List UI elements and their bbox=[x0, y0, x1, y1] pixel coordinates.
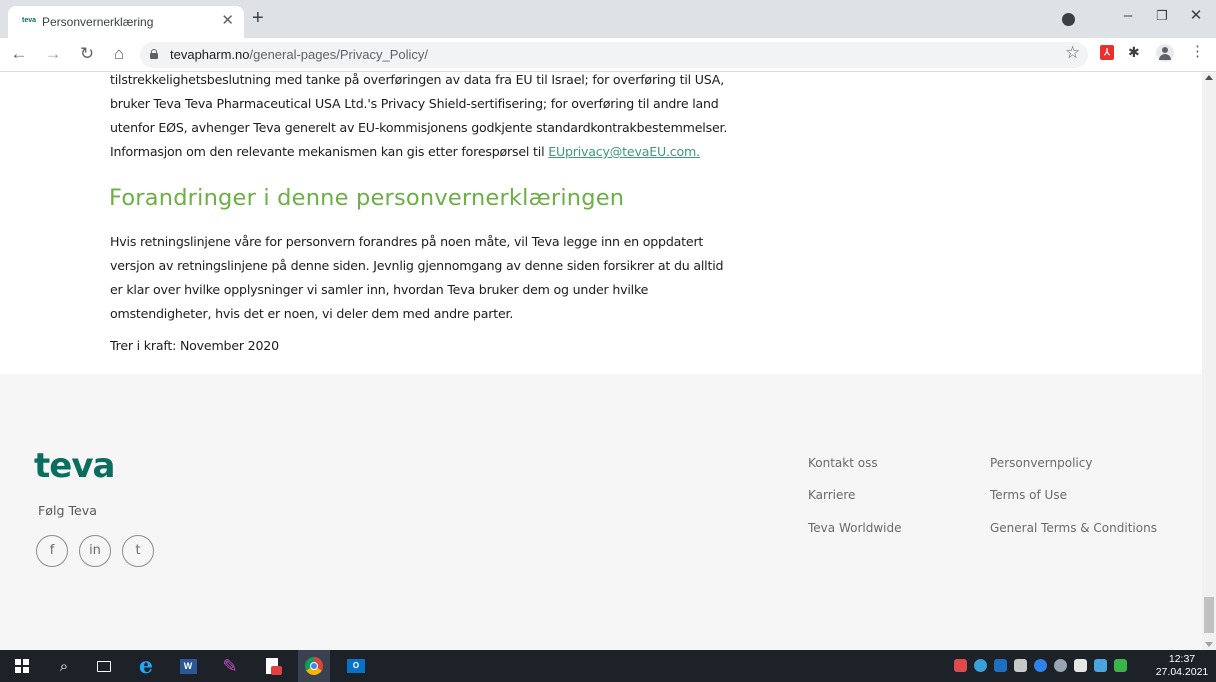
effective-date: Trer i kraft: November 2020 bbox=[110, 338, 279, 353]
scroll-up-arrow-icon[interactable] bbox=[1205, 75, 1213, 80]
page-scrollbar[interactable] bbox=[1202, 73, 1216, 650]
changes-line: er klar over hvilke opplysninger vi saml… bbox=[110, 282, 649, 297]
footer-link-terms-of-use[interactable]: Terms of Use bbox=[990, 488, 1067, 502]
browser-tab[interactable]: teva Personvernerklæring ✕ bbox=[8, 6, 244, 38]
footer-link-contact[interactable]: Kontakt oss bbox=[808, 456, 878, 470]
tray-chrome-icon[interactable] bbox=[1054, 659, 1067, 672]
address-bar[interactable]: tevapharm.no/general-pages/Privacy_Polic… bbox=[140, 42, 1088, 68]
word-icon[interactable]: W bbox=[172, 650, 204, 682]
browser-toolbar: ← → ↻ ⌂ tevapharm.no/general-pages/Priva… bbox=[0, 38, 1216, 72]
changes-line: Hvis retningslinjene våre for personvern… bbox=[110, 234, 704, 249]
tray-app-icon[interactable] bbox=[1114, 659, 1127, 672]
tray-teams-icon[interactable] bbox=[974, 659, 987, 672]
intro-line: tilstrekkelighetsbeslutning med tanke på… bbox=[110, 73, 724, 87]
page-footer: teva Følg Teva f in t Kontakt oss Karrie… bbox=[0, 374, 1202, 650]
scrollbar-thumb[interactable] bbox=[1204, 597, 1214, 633]
new-tab-button[interactable]: + bbox=[252, 8, 264, 28]
pdf-extension-icon[interactable]: ⅄ bbox=[1100, 45, 1114, 60]
chrome-icon[interactable] bbox=[298, 650, 330, 682]
tray-sync-icon[interactable] bbox=[1034, 659, 1047, 672]
intro-paragraph: tilstrekkelighetsbeslutning med tanke på… bbox=[110, 73, 770, 164]
tray-outlook-icon[interactable] bbox=[994, 659, 1007, 672]
pen-app-icon[interactable]: ✎ bbox=[214, 650, 246, 682]
close-window-icon[interactable]: ✕ bbox=[1186, 6, 1206, 26]
changes-line: omstendigheter, hvis det er noen, vi del… bbox=[110, 306, 514, 321]
browser-profile-icon[interactable] bbox=[1062, 13, 1075, 26]
windows-logo-icon bbox=[15, 659, 29, 673]
url-text[interactable]: tevapharm.no/general-pages/Privacy_Polic… bbox=[170, 47, 428, 62]
task-view-icon[interactable] bbox=[88, 650, 120, 682]
reload-icon[interactable]: ↻ bbox=[76, 43, 98, 65]
tray-display-icon[interactable] bbox=[1094, 659, 1107, 672]
follow-label: Følg Teva bbox=[38, 503, 97, 518]
windows-taskbar: ⌕ e W ✎ O 12:37 27.04.2021 bbox=[0, 650, 1216, 682]
document-badge-icon[interactable] bbox=[256, 650, 288, 682]
start-button[interactable] bbox=[6, 650, 38, 682]
footer-link-careers[interactable]: Karriere bbox=[808, 488, 855, 502]
footer-link-worldwide[interactable]: Teva Worldwide bbox=[808, 521, 901, 535]
clock-time: 12:37 bbox=[1168, 653, 1196, 665]
clock-date: 27.04.2021 bbox=[1155, 666, 1209, 678]
forward-icon[interactable]: → bbox=[42, 43, 64, 65]
outlook-icon[interactable]: O bbox=[340, 650, 372, 682]
tab-title: Personvernerklæring bbox=[42, 15, 154, 29]
home-icon[interactable]: ⌂ bbox=[108, 43, 130, 65]
changes-line: versjon av retningslinjene på denne side… bbox=[110, 258, 724, 273]
back-icon[interactable]: ← bbox=[8, 43, 30, 65]
internet-explorer-icon[interactable]: e bbox=[130, 650, 162, 682]
intro-line: Informasjon om den relevante mekanismen … bbox=[110, 144, 700, 159]
search-icon[interactable]: ⌕ bbox=[48, 650, 80, 682]
system-clock[interactable]: 12:37 27.04.2021 bbox=[1152, 653, 1212, 679]
tray-network-icon[interactable] bbox=[1014, 659, 1027, 672]
facebook-icon[interactable]: f bbox=[36, 535, 68, 567]
restore-icon[interactable]: ❐ bbox=[1152, 6, 1172, 26]
footer-link-general-terms[interactable]: General Terms & Conditions bbox=[990, 521, 1157, 535]
scroll-down-arrow-icon[interactable] bbox=[1205, 642, 1213, 647]
twitter-icon[interactable]: t bbox=[122, 535, 154, 567]
intro-line: bruker Teva Teva Pharmaceutical USA Ltd.… bbox=[110, 96, 719, 111]
tab-strip: teva Personvernerklæring ✕ + – ❐ ✕ bbox=[0, 0, 1216, 38]
intro-line: utenfor EØS, avhenger Teva generelt av E… bbox=[110, 120, 728, 135]
footer-link-privacy-policy[interactable]: Personvernpolicy bbox=[990, 456, 1092, 470]
linkedin-icon[interactable]: in bbox=[79, 535, 111, 567]
privacy-email-link[interactable]: EUprivacy@tevaEU.com. bbox=[548, 144, 700, 159]
extensions-puzzle-icon[interactable]: ✱ bbox=[1128, 44, 1140, 61]
changes-paragraph: Hvis retningslinjene våre for personvern… bbox=[110, 230, 770, 326]
teva-logo[interactable]: teva bbox=[34, 446, 115, 486]
minimize-icon[interactable]: – bbox=[1118, 6, 1138, 26]
profile-avatar-icon[interactable] bbox=[1156, 44, 1174, 62]
browser-menu-icon[interactable]: ⋮ bbox=[1190, 44, 1205, 60]
teva-favicon-icon: teva bbox=[22, 17, 37, 24]
tray-security-icon[interactable] bbox=[1074, 659, 1087, 672]
bookmark-star-icon[interactable]: ☆ bbox=[1065, 43, 1080, 63]
tray-battery-icon[interactable] bbox=[954, 659, 967, 672]
lock-icon[interactable] bbox=[150, 49, 158, 59]
web-page: tilstrekkelighetsbeslutning med tanke på… bbox=[0, 73, 1202, 650]
close-tab-icon[interactable]: ✕ bbox=[221, 12, 234, 30]
section-heading: Forandringer i denne personvernerklæring… bbox=[109, 185, 625, 211]
